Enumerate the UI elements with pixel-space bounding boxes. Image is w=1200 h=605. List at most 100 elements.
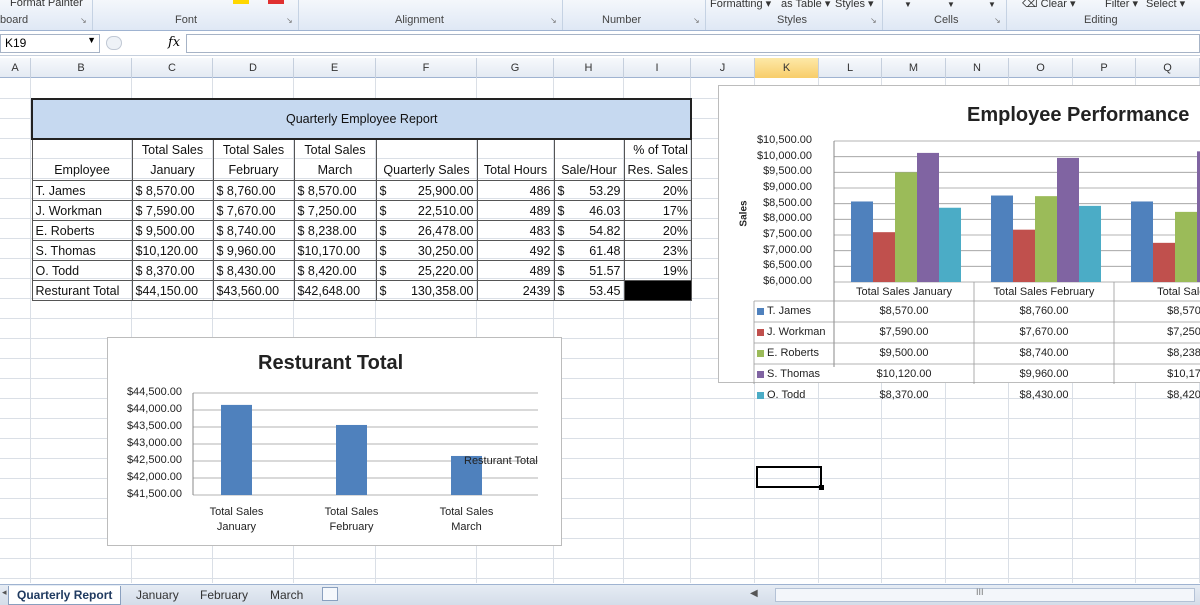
- filled-cell[interactable]: [623, 280, 692, 301]
- format-dropdown-icon[interactable]: ▼: [988, 0, 996, 9]
- column-header-j[interactable]: J: [691, 58, 755, 78]
- bar-1-4[interactable]: [1079, 205, 1101, 282]
- column-header-h[interactable]: H: [554, 58, 624, 78]
- total-hours-cell[interactable]: 2439: [476, 280, 555, 301]
- sales-mar-cell[interactable]: $42,648.00: [293, 280, 377, 301]
- sale-per-hour-cell[interactable]: $61.48: [553, 240, 625, 261]
- bar-0[interactable]: [221, 404, 252, 495]
- sales-feb-cell[interactable]: $ 8,760.00: [212, 180, 295, 201]
- percent-cell[interactable]: 23%: [623, 240, 692, 261]
- resturant-total-chart[interactable]: Resturant Total $44,500.00 $44,000.00 $43,…: [107, 337, 562, 546]
- bar-2-0[interactable]: [1131, 201, 1153, 282]
- conditional-formatting-button[interactable]: Formatting ▾: [710, 0, 771, 10]
- name-box[interactable]: K19 ▼: [0, 34, 100, 53]
- column-header-c[interactable]: C: [132, 58, 213, 78]
- chevron-down-icon[interactable]: ▼: [87, 35, 96, 45]
- bar-0-1[interactable]: [873, 232, 895, 282]
- percent-cell[interactable]: 17%: [623, 200, 692, 221]
- bar-1[interactable]: [336, 424, 367, 495]
- clear-button[interactable]: ⌫ Clear ▾: [1022, 0, 1076, 10]
- column-header-b[interactable]: B: [31, 58, 132, 78]
- quarterly-sales-cell[interactable]: $25,900.00: [375, 180, 478, 201]
- employee-performance-chart[interactable]: Employee Performance $10,500.00 $10,000.0…: [718, 85, 1200, 401]
- bar-1-0[interactable]: [991, 195, 1013, 282]
- total-hours-cell[interactable]: 489: [476, 260, 555, 281]
- fill-handle[interactable]: [819, 485, 824, 490]
- percent-cell[interactable]: 20%: [623, 180, 692, 201]
- column-header-g[interactable]: G: [477, 58, 554, 78]
- total-hours-cell[interactable]: 486: [476, 180, 555, 201]
- column-header-f[interactable]: F: [376, 58, 477, 78]
- sales-feb-cell[interactable]: $ 9,960.00: [212, 240, 295, 261]
- quarterly-sales-cell[interactable]: $130,358.00: [375, 280, 478, 301]
- formula-input[interactable]: [186, 34, 1200, 53]
- bar-1-1[interactable]: [1013, 229, 1035, 282]
- sales-feb-cell[interactable]: $43,560.00: [212, 280, 295, 301]
- tab-march[interactable]: March: [262, 586, 311, 604]
- sales-jan-cell[interactable]: $ 7,590.00: [131, 200, 214, 221]
- employee-name[interactable]: Resturant Total: [31, 280, 133, 301]
- sale-per-hour-cell[interactable]: $46.03: [553, 200, 625, 221]
- bar-0-3[interactable]: [917, 152, 939, 282]
- sale-per-hour-cell[interactable]: $51.57: [553, 260, 625, 281]
- horizontal-scrollbar[interactable]: III: [775, 587, 1195, 602]
- filter-button[interactable]: Filter ▾: [1105, 0, 1138, 10]
- sales-jan-cell[interactable]: $10,120.00: [131, 240, 214, 261]
- column-header-l[interactable]: L: [819, 58, 882, 78]
- insert-sheet-icon[interactable]: [322, 587, 338, 601]
- selected-cell[interactable]: [756, 466, 824, 490]
- percent-cell[interactable]: 20%: [623, 220, 692, 241]
- sales-jan-cell[interactable]: $ 8,370.00: [131, 260, 214, 281]
- employee-name[interactable]: J. Workman: [31, 200, 133, 221]
- quarterly-sales-cell[interactable]: $22,510.00: [375, 200, 478, 221]
- dialog-launcher-icon[interactable]: ↘: [80, 16, 87, 25]
- font-color-icon[interactable]: [268, 0, 284, 4]
- sale-per-hour-cell[interactable]: $54.82: [553, 220, 625, 241]
- employee-name[interactable]: S. Thomas: [31, 240, 133, 261]
- sales-feb-cell[interactable]: $ 8,740.00: [212, 220, 295, 241]
- column-header-q[interactable]: Q: [1136, 58, 1200, 78]
- dialog-launcher-icon[interactable]: ↘: [994, 16, 1001, 25]
- sales-feb-cell[interactable]: $ 8,430.00: [212, 260, 295, 281]
- column-header-o[interactable]: O: [1009, 58, 1073, 78]
- scroll-left-icon[interactable]: ◀: [750, 588, 758, 599]
- percent-cell[interactable]: 19%: [623, 260, 692, 281]
- bar-1-3[interactable]: [1057, 157, 1079, 282]
- tab-january[interactable]: January: [128, 586, 187, 604]
- column-header-i[interactable]: I: [624, 58, 691, 78]
- insert-function-icon[interactable]: fx: [168, 35, 180, 50]
- expand-icon[interactable]: [106, 36, 122, 50]
- sales-feb-cell[interactable]: $ 7,670.00: [212, 200, 295, 221]
- highlight-color-icon[interactable]: [233, 0, 249, 4]
- column-header-m[interactable]: M: [882, 58, 946, 78]
- sale-per-hour-cell[interactable]: $53.29: [553, 180, 625, 201]
- quarterly-sales-cell[interactable]: $26,478.00: [375, 220, 478, 241]
- column-header-n[interactable]: N: [946, 58, 1009, 78]
- total-hours-cell[interactable]: 483: [476, 220, 555, 241]
- column-header-k[interactable]: K: [755, 58, 819, 78]
- sales-jan-cell[interactable]: $44,150.00: [131, 280, 214, 301]
- delete-dropdown-icon[interactable]: ▼: [947, 0, 955, 9]
- employee-name[interactable]: O. Todd: [31, 260, 133, 281]
- sales-mar-cell[interactable]: $ 8,238.00: [293, 220, 377, 241]
- quarterly-sales-cell[interactable]: $30,250.00: [375, 240, 478, 261]
- bar-0-2[interactable]: [895, 172, 917, 282]
- column-header-p[interactable]: P: [1073, 58, 1136, 78]
- sales-mar-cell[interactable]: $ 8,570.00: [293, 180, 377, 201]
- sales-mar-cell[interactable]: $ 7,250.00: [293, 200, 377, 221]
- select-button[interactable]: Select ▾: [1146, 0, 1185, 10]
- employee-name[interactable]: E. Roberts: [31, 220, 133, 241]
- bar-0-0[interactable]: [851, 201, 873, 282]
- sales-jan-cell[interactable]: $ 8,570.00: [131, 180, 214, 201]
- column-header-d[interactable]: D: [213, 58, 294, 78]
- format-painter-button[interactable]: Format Painter: [10, 0, 83, 9]
- dialog-launcher-icon[interactable]: ↘: [693, 16, 700, 25]
- quarterly-sales-cell[interactable]: $25,220.00: [375, 260, 478, 281]
- column-header-e[interactable]: E: [294, 58, 376, 78]
- sale-per-hour-cell[interactable]: $53.45: [553, 280, 625, 301]
- cell-styles-button[interactable]: Styles ▾: [835, 0, 874, 10]
- total-hours-cell[interactable]: 492: [476, 240, 555, 261]
- bar-0-4[interactable]: [939, 207, 961, 282]
- tab-quarterly-report[interactable]: Quarterly Report: [8, 586, 122, 605]
- column-header-a[interactable]: A: [0, 58, 31, 78]
